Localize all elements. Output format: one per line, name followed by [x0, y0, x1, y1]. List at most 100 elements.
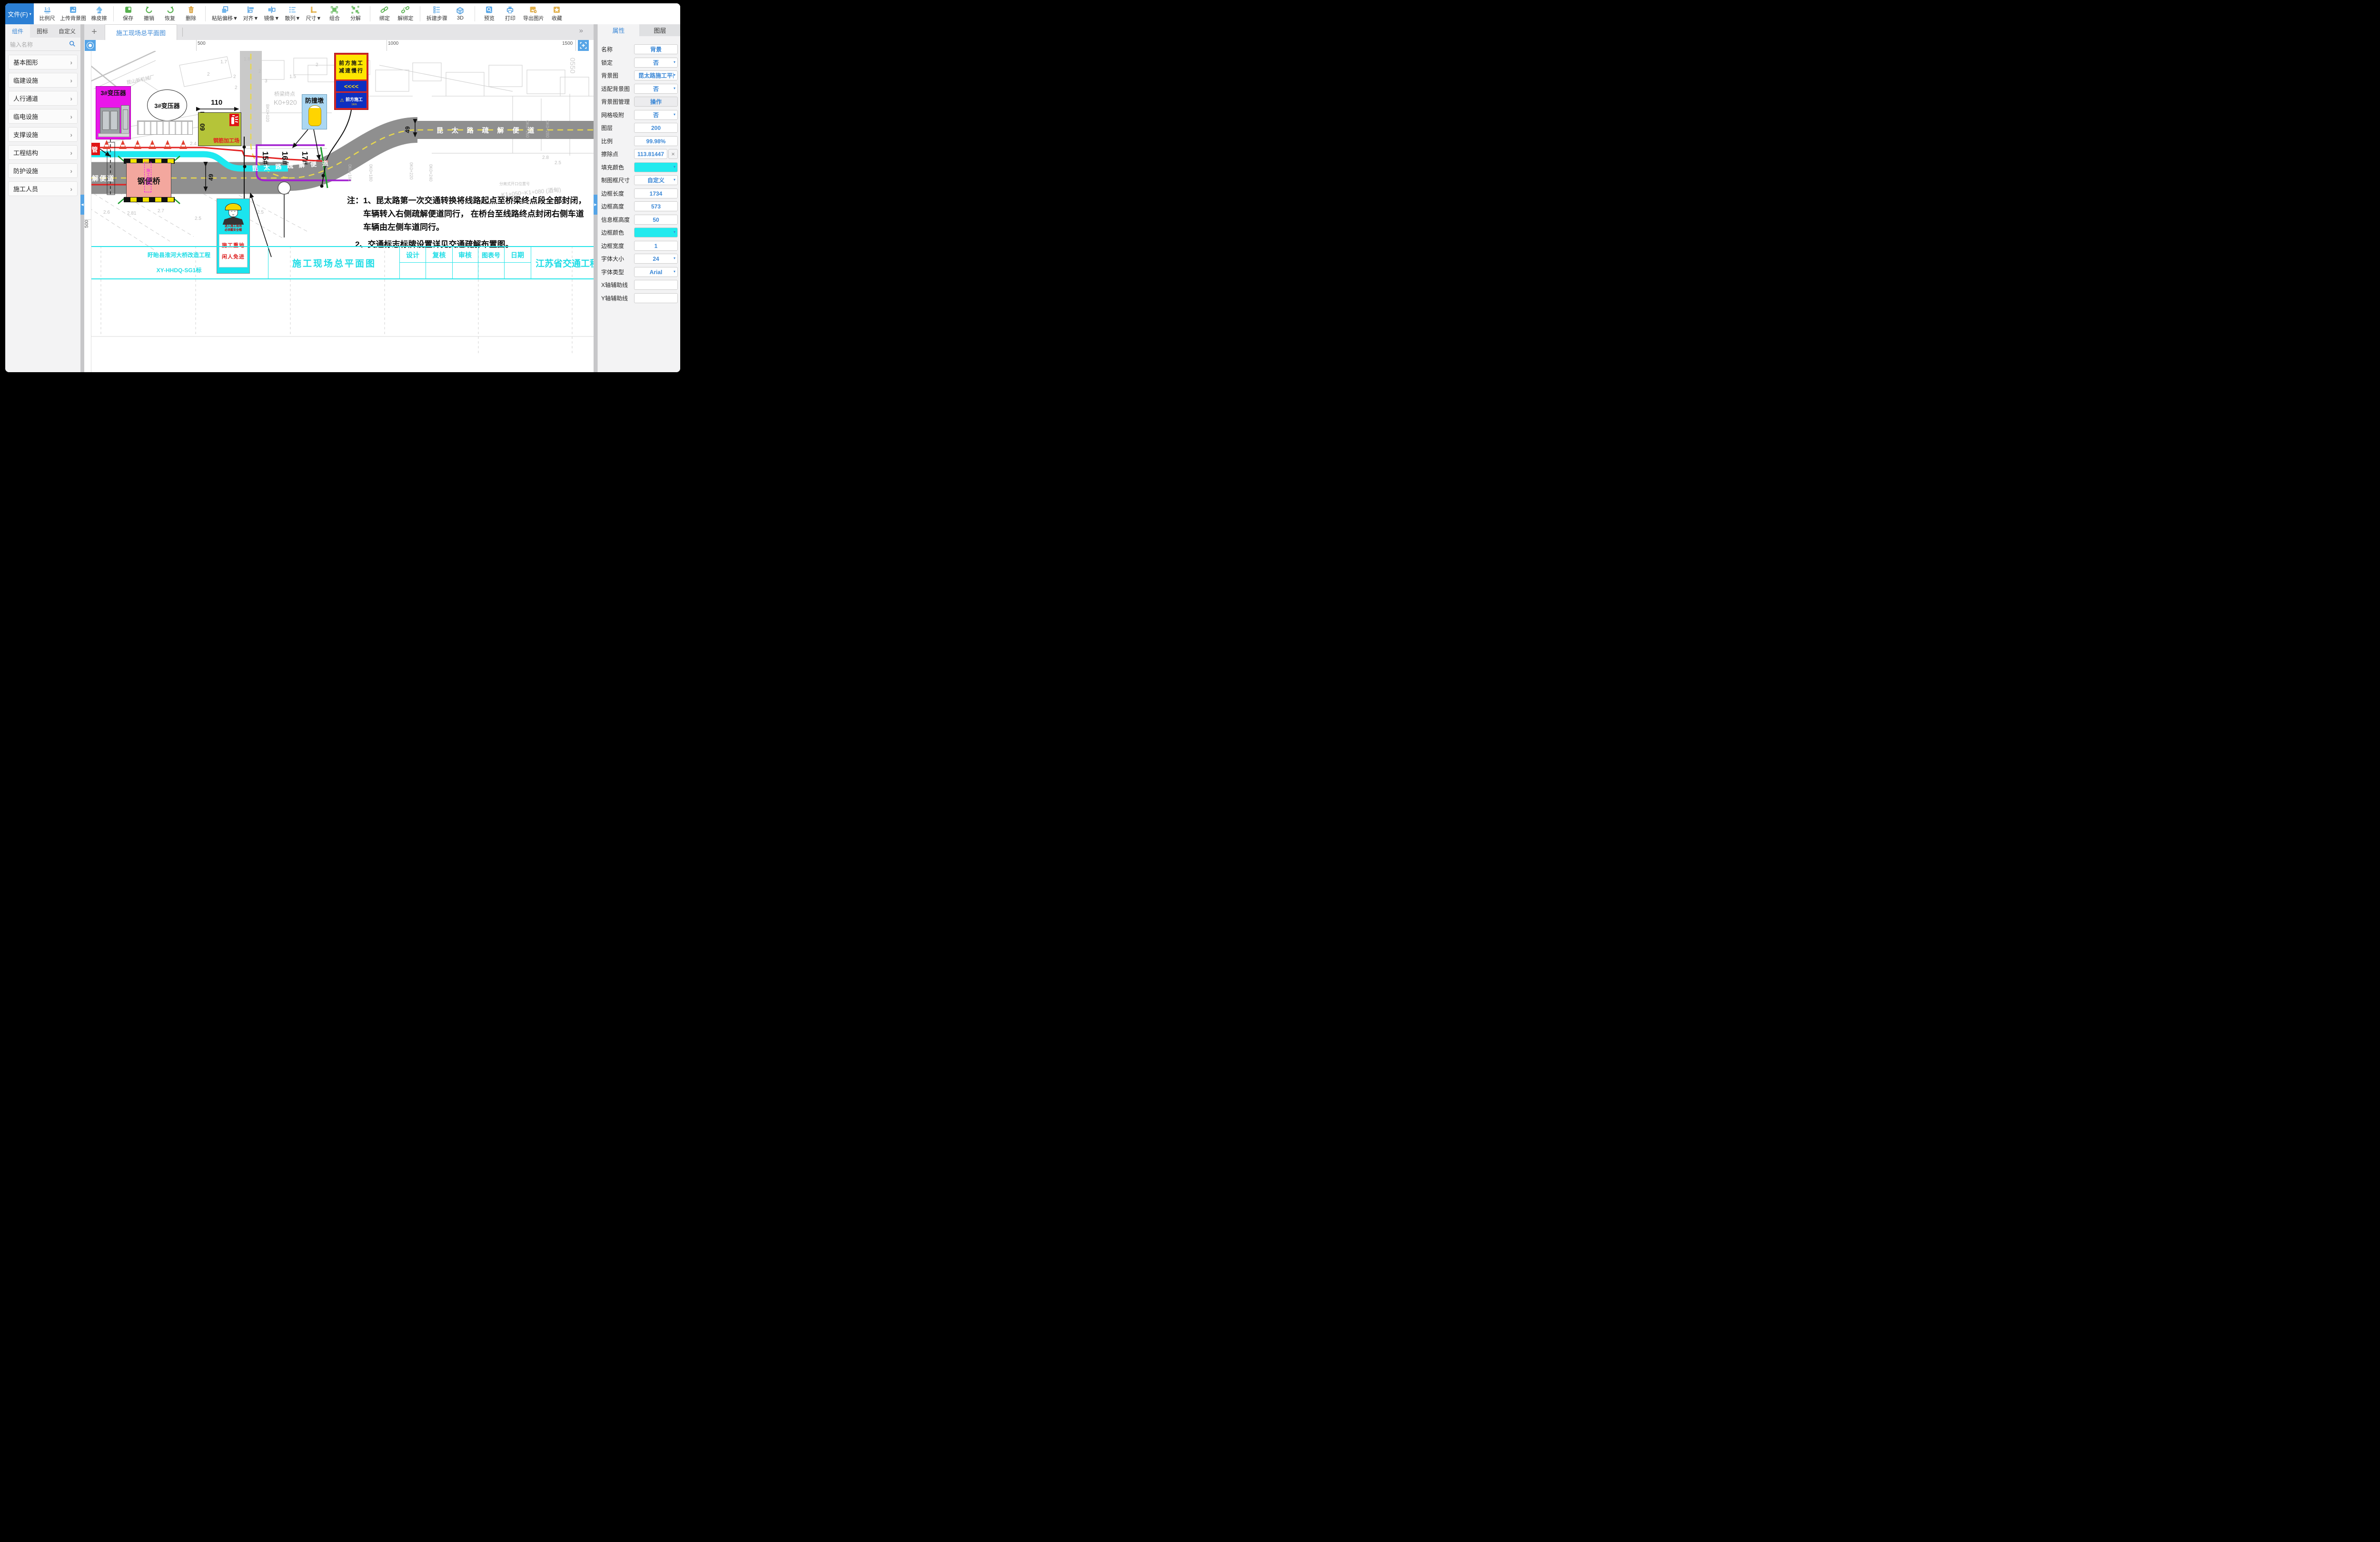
chevron-down-icon: ▾ [674, 230, 675, 234]
search-icon [69, 40, 76, 47]
erase-point-clear-button[interactable]: × [668, 149, 678, 159]
category-pedestrian-passage[interactable]: 人行通道› [8, 91, 78, 106]
preview-button[interactable]: 预览 [479, 5, 500, 23]
tab-layers[interactable]: 图层 [639, 24, 680, 36]
construction-warning-sign[interactable]: 前方施工减速慢行 <<<< ⚠ 前方施工1km [334, 53, 368, 110]
panel-collapse-button[interactable]: » [579, 27, 583, 35]
favorite-button[interactable]: 收藏 [546, 5, 567, 23]
background-manage-button[interactable]: 操作 [634, 97, 678, 107]
dimension-49-upper: 49 [404, 126, 411, 133]
grid-snap-select[interactable]: 否▾ [634, 110, 678, 120]
collapse-left-icon: ◀ [81, 203, 83, 207]
export-image-button[interactable]: 导出图片 [521, 5, 546, 23]
tab-icons[interactable]: 图标 [30, 24, 55, 38]
chevron-right-icon: › [70, 185, 72, 193]
sign-blue-panel: ⚠ 前方施工1km [336, 93, 367, 108]
ungroup-button[interactable]: 分解 [345, 5, 366, 23]
drawing-canvas[interactable]: 1.7 2 2 2 3 2 1.5 2 1.8 2.4 2.6 2.81 2.7… [84, 51, 594, 372]
fit-view-icon [580, 42, 587, 49]
size-button[interactable]: 尺寸▼ [303, 5, 324, 23]
build-steps-button[interactable]: 拆建步骤 [424, 5, 450, 23]
scale-input[interactable]: 99.98% [634, 136, 678, 146]
anti-collision-pier[interactable]: 防撞墩 [302, 94, 327, 129]
note-line-2: 车辆转入右侧疏解便道同行， 在桥台至线路终点封闭右侧车道 [363, 207, 584, 219]
plus-icon: + [91, 27, 97, 38]
redo-button[interactable]: 恢复 [159, 5, 180, 23]
note-line-1: 注：1、昆太路第一次交通转换将线路起点至桥梁终点段全部封闭， [347, 194, 586, 206]
panel-tabs: 属性 图层 [598, 24, 680, 36]
save-button[interactable]: 保存 [118, 5, 139, 23]
upload-background-button[interactable]: 上传背景图 [58, 5, 89, 23]
transformer-callout-ellipse[interactable]: 3#变压器 [147, 89, 187, 121]
chevron-down-icon: ▾ [674, 269, 675, 274]
toolbar-group-bind: 绑定 解绑定 [371, 3, 419, 24]
border-height-input[interactable]: 573 [634, 201, 678, 211]
chevron-right-icon: › [70, 113, 72, 120]
dimension-49-lower: 49 [208, 174, 215, 180]
mirror-button[interactable]: 镜像▼ [261, 5, 282, 23]
panel-collapse-handle[interactable]: ▶ [594, 195, 597, 215]
origin-button[interactable] [85, 40, 96, 51]
delete-button[interactable]: 删除 [180, 5, 201, 23]
category-temporary-power[interactable]: 临电设施› [8, 109, 78, 124]
scatter-button[interactable]: 散列▼ [282, 5, 303, 23]
steps-list-icon [433, 6, 441, 14]
undo-button[interactable]: 撤销 [139, 5, 159, 23]
field-grid-snap: 网格吸附 否▾ [598, 110, 680, 123]
tab-custom[interactable]: 自定义 [55, 24, 79, 38]
field-scale: 比例 99.98% [598, 136, 680, 149]
unbind-button[interactable]: 解绑定 [395, 5, 416, 23]
tab-components[interactable]: 组件 [5, 24, 30, 38]
erase-point-input[interactable]: 113.81447 [634, 149, 667, 159]
chevron-right-icon: › [70, 95, 72, 102]
bind-button[interactable]: 绑定 [374, 5, 395, 23]
category-temporary-facilities[interactable]: 临建设施› [8, 73, 78, 88]
component-search[interactable]: 输入名称 [5, 38, 80, 51]
category-engineering-structures[interactable]: 工程结构› [8, 145, 78, 160]
category-protective-facilities[interactable]: 防护设施› [8, 163, 78, 178]
tab-site-plan[interactable]: 施工现场总平面图 [105, 24, 177, 40]
name-input[interactable]: 背景 [634, 44, 678, 54]
fit-view-button[interactable] [578, 40, 589, 51]
file-menu-label: 文件(F) [8, 10, 28, 19]
star-icon [553, 6, 561, 14]
border-color-select[interactable]: ▾ [634, 227, 678, 237]
link-broken-icon [401, 6, 409, 14]
3d-button[interactable]: 3D [450, 6, 471, 22]
layer-input[interactable]: 200 [634, 123, 678, 133]
tab-properties[interactable]: 属性 [598, 24, 639, 36]
font-size-select[interactable]: 24▾ [634, 254, 678, 264]
sidebar-collapse-handle[interactable]: ◀ [80, 195, 84, 215]
print-button[interactable]: 打印 [500, 5, 521, 23]
border-width-input[interactable]: 1 [634, 241, 678, 251]
app-window: 文件(F) ▾ 1:1 比例尺 上传背景图 橡皮擦 保存 [5, 3, 680, 372]
construction-fence[interactable]: 施工围挡 [144, 162, 151, 192]
fit-background-select[interactable]: 否▾ [634, 84, 678, 94]
chevron-down-icon: ▾ [674, 73, 675, 77]
background-image-select[interactable]: 昆太路施工平面图▾ [634, 70, 678, 80]
field-background-image: 背景图 昆太路施工平面图▾ [598, 70, 680, 83]
paste-offset-button[interactable]: 粘贴偏移▼ [209, 5, 240, 23]
info-height-input[interactable]: 50 [634, 215, 678, 225]
group-button[interactable]: 组合 [324, 5, 345, 23]
file-menu-button[interactable]: 文件(F) ▾ [5, 3, 34, 24]
y-guide-input[interactable] [634, 293, 678, 303]
category-basic-shapes[interactable]: 基本图形› [8, 55, 78, 69]
lock-select[interactable]: 否▾ [634, 58, 678, 68]
category-support-facilities[interactable]: 支撑设施› [8, 127, 78, 142]
transformer-cabinet [121, 105, 129, 134]
transformer-area[interactable]: 3#变压器 [96, 86, 131, 139]
cube-3d-icon [456, 7, 464, 15]
field-font-type: 字体类型 Arial▾ [598, 267, 680, 280]
frame-size-select[interactable]: 自定义▾ [634, 175, 678, 185]
border-length-input[interactable]: 1734 [634, 188, 678, 198]
eraser-button[interactable]: 橡皮擦 [89, 5, 109, 23]
scale-ruler-button[interactable]: 1:1 比例尺 [37, 5, 58, 23]
font-type-select[interactable]: Arial▾ [634, 267, 678, 277]
fill-color-select[interactable]: ▾ [634, 162, 678, 172]
add-tab-button[interactable]: + [88, 26, 100, 38]
content-row: 组件 图标 自定义 输入名称 基本图形› 临建设施› 人行通道› 临电设施› 支… [5, 24, 680, 372]
align-button[interactable]: 对齐▼ [240, 5, 261, 23]
x-guide-input[interactable] [634, 280, 678, 290]
category-construction-workers[interactable]: 施工人员› [8, 181, 78, 196]
